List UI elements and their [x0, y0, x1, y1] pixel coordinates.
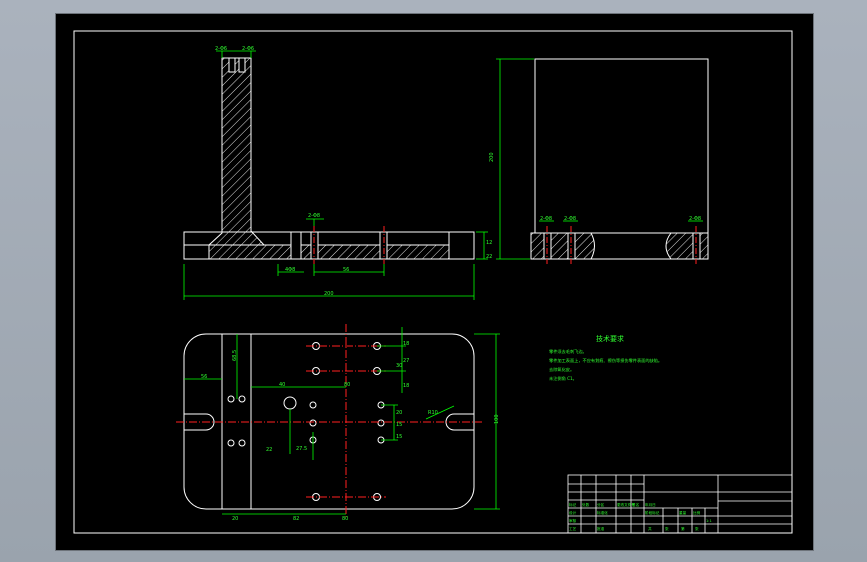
tb-cell-8: 标准化 [597, 510, 608, 515]
side-view-dimensions [496, 58, 703, 260]
tb-cell-14: 批准 [597, 526, 605, 531]
front-hole-label: 2-Φ8 [308, 213, 320, 219]
tech-line-4: 未注倒角 C1。 [549, 375, 577, 382]
top-bottom-dim-3: 80 [342, 516, 348, 522]
front-top-dim-right: 2-Φ6 [242, 46, 254, 52]
top-dim-mid-4: 27.5 [296, 446, 307, 452]
tb-cell-18: 张 [695, 526, 699, 531]
top-dim-mid-3: 22 [266, 447, 272, 453]
tech-line-1: 零件须去毛刺飞边。 [549, 348, 587, 355]
side-hole-label-2: 2-Φ8 [564, 216, 576, 222]
top-dim-right-3: 18 [403, 383, 409, 389]
tb-cell-17: 第 [681, 526, 685, 531]
front-top-dim-left: 2-Φ6 [215, 46, 227, 52]
side-hatch-right [665, 232, 709, 260]
top-radius: R10 [428, 410, 438, 416]
tb-cell-6: 年月日 [645, 502, 656, 507]
front-left-offset: 4Φ8 [285, 267, 295, 273]
top-dim-left-1: 68.5 [232, 350, 238, 361]
front-step: 22 [486, 254, 492, 260]
drawing-sheet: 2-Φ6 2-Φ6 2-Φ8 200 56 4Φ8 12 22 200 2-Φ8… [55, 13, 814, 551]
front-base-height: 12 [486, 240, 492, 246]
tb-cell-16: 张 [665, 526, 669, 531]
title-block-labels: 标记 处数 分区 更改文件号 签名 年月日 设计 标准化 阶段标记 重量 比例 … [569, 502, 712, 531]
front-bolt-spacing: 56 [343, 267, 349, 273]
front-view [183, 57, 475, 260]
side-view-labels: 200 2-Φ8 2-Φ8 2-Φ8 [489, 152, 701, 222]
top-dim-vert-2: 15 [396, 422, 402, 428]
side-upright [534, 58, 709, 234]
cad-drawing: 2-Φ6 2-Φ6 2-Φ8 200 56 4Φ8 12 22 200 2-Φ8… [73, 30, 793, 534]
tech-requirements: 技术要求 零件须去毛刺飞边。 零件加工表面上，不应有划痕、擦伤等损伤零件表面的缺… [549, 334, 662, 382]
top-dim-vert-3: 15 [396, 434, 402, 440]
tb-cell-15: 共 [648, 526, 652, 531]
tb-cell-11: 比例 [693, 510, 701, 515]
tb-cell-5: 签名 [632, 502, 640, 507]
tb-cell-2: 处数 [582, 502, 590, 507]
top-dim-right-2: 27 [403, 358, 409, 364]
top-bottom-dim-2: 82 [293, 516, 299, 522]
side-view [530, 58, 709, 260]
side-hole-label-3: 2-Φ8 [689, 216, 701, 222]
top-dim-mid-2: 80 [344, 382, 350, 388]
large-hole [283, 396, 297, 410]
top-dim-vert-4: 30 [396, 363, 402, 369]
top-dim-mid-1: 40 [279, 382, 285, 388]
top-dim-vert-1: 20 [396, 410, 402, 416]
front-section-hatch [208, 57, 450, 260]
front-overall-width: 200 [324, 291, 334, 297]
top-bottom-dim-1: 20 [232, 516, 238, 522]
tb-cell-9: 阶段标记 [645, 510, 660, 515]
tech-title: 技术要求 [596, 334, 624, 343]
side-height-dim: 200 [489, 152, 495, 162]
tb-cell-10: 重量 [679, 510, 687, 515]
tb-cell-7: 设计 [569, 510, 577, 515]
tech-line-3: 去除氧化皮。 [549, 366, 574, 373]
side-hatch-left [530, 232, 595, 260]
inner-border [73, 30, 793, 534]
tb-cell-13: 工艺 [569, 526, 577, 531]
top-dim-left-2: 56 [201, 374, 207, 380]
top-overall-height: 100 [494, 414, 500, 424]
tb-cell-3: 分区 [597, 502, 605, 507]
tb-cell-12: 审核 [569, 518, 577, 523]
side-hole-label-1: 2-Φ8 [540, 216, 552, 222]
top-view-labels: 18 27 18 68.5 56 40 80 22 27.5 20 15 15 … [201, 341, 500, 522]
tb-cell-1: 标记 [569, 502, 577, 507]
top-dim-right-1: 18 [403, 341, 409, 347]
tech-line-2: 零件加工表面上，不应有划痕、擦伤等损伤零件表面的缺陷。 [549, 357, 662, 364]
tb-cell-19: 1:1 [706, 519, 712, 523]
